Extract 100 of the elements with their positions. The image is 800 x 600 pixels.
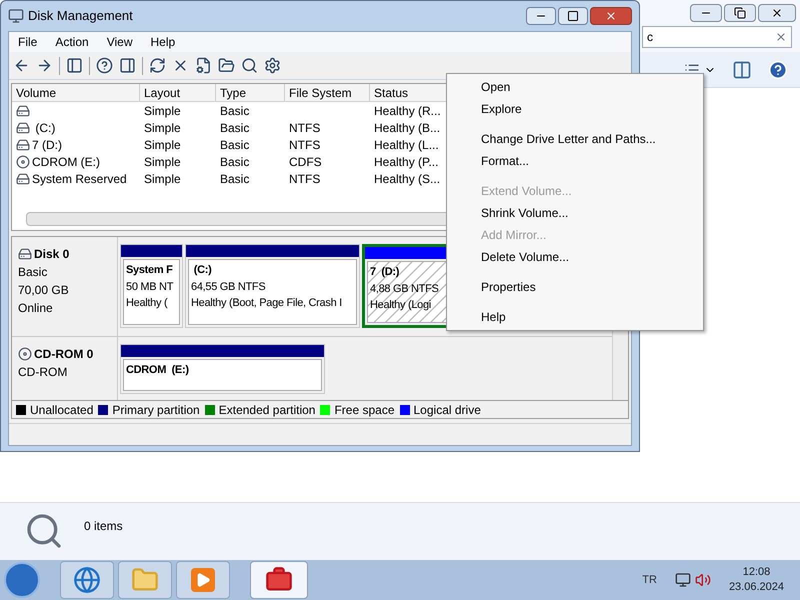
- globe-icon: [73, 566, 101, 594]
- search-icon[interactable]: [241, 57, 258, 74]
- table-cell-text: Healthy (S...: [374, 170, 440, 188]
- back-icon[interactable]: [13, 57, 30, 74]
- legend-label: Extended partition: [218, 402, 316, 418]
- settings-icon[interactable]: [264, 57, 281, 74]
- table-cell-text: CDROM (E:): [32, 154, 100, 170]
- disk-info: Basic: [18, 264, 48, 281]
- restore-icon: [734, 7, 746, 19]
- cd-drive-icon: [18, 347, 32, 361]
- menu-item[interactable]: View: [98, 33, 142, 51]
- restore-button[interactable]: [724, 4, 756, 22]
- table-cell-text: Simple: [144, 154, 181, 170]
- table-cell-text: Simple: [144, 102, 181, 120]
- column-header[interactable]: Type: [216, 84, 285, 101]
- close-button[interactable]: [590, 7, 632, 25]
- menu-item[interactable]: Format...: [447, 150, 703, 172]
- drive-icon: [16, 138, 30, 152]
- help-icon[interactable]: [96, 57, 113, 74]
- menu-item[interactable]: Action: [46, 33, 98, 51]
- taskbar-button[interactable]: [250, 561, 308, 599]
- menu-item[interactable]: Open: [447, 76, 703, 98]
- preview-pane-icon[interactable]: [732, 60, 752, 80]
- disk-name: Disk 0: [34, 246, 70, 263]
- partition-title: System F: [126, 263, 174, 278]
- language-indicator[interactable]: TR: [642, 572, 657, 588]
- table-cell-text: NTFS: [289, 136, 320, 154]
- partition-title: (C:): [192, 263, 212, 278]
- partition-title: CDROM (E:): [126, 363, 190, 378]
- table-cell-text: NTFS: [289, 170, 320, 188]
- drive-icon: [16, 120, 30, 134]
- legend-label: Unallocated: [30, 402, 94, 418]
- disk-info: 70,00 GB: [18, 282, 70, 299]
- table-cell-text: System Reserved: [32, 170, 127, 188]
- refresh-icon[interactable]: [149, 57, 166, 74]
- partition-title: 7 (D:): [370, 265, 400, 280]
- menu-item[interactable]: Explore: [447, 98, 703, 120]
- menu-item[interactable]: File: [9, 33, 46, 51]
- forward-icon[interactable]: [36, 57, 53, 74]
- table-cell-text: Healthy (R...: [374, 102, 441, 120]
- table-cell-text: Simple: [144, 120, 181, 136]
- app-icon: [8, 8, 24, 24]
- table-cell-text: Healthy (L...: [374, 136, 439, 154]
- table-cell-text: (C:): [34, 120, 56, 136]
- partition-info: 64,55 GB NTFS: [191, 280, 266, 294]
- search-field[interactable]: c: [642, 26, 792, 48]
- menu-item[interactable]: Change Drive Letter and Paths...: [447, 128, 703, 150]
- column-header[interactable]: Layout: [140, 84, 216, 101]
- table-cell-text: Simple: [144, 136, 181, 154]
- start-button[interactable]: [4, 562, 40, 598]
- panel-icon[interactable]: [119, 57, 136, 74]
- table-cell-text: NTFS: [289, 120, 320, 136]
- drive-icon: [18, 247, 32, 261]
- table-cell-text: Healthy (P...: [374, 154, 438, 170]
- disk-name: CD-ROM 0: [34, 346, 94, 363]
- cd-drive-icon: [16, 154, 30, 168]
- partition-info: Healthy (Logi: [370, 298, 432, 313]
- close-button[interactable]: [758, 4, 796, 22]
- table-cell-text: Simple: [144, 170, 181, 188]
- table-cell-text: Basic: [220, 120, 250, 136]
- partition[interactable]: CDROM (E:): [120, 344, 325, 394]
- legend-label: Free space: [334, 402, 394, 418]
- close-icon: [605, 10, 617, 22]
- taskbar-button[interactable]: [176, 561, 230, 599]
- taskbar-button[interactable]: [60, 561, 114, 599]
- drive-icon: [16, 172, 30, 186]
- speaker-icon[interactable]: [694, 572, 711, 588]
- drive-icon: [16, 104, 30, 118]
- panel-icon[interactable]: [66, 57, 83, 74]
- maximize-button[interactable]: [558, 7, 588, 25]
- column-header[interactable]: Volume: [12, 84, 140, 101]
- item-count: 0 items: [84, 518, 123, 535]
- maximize-icon: [567, 10, 579, 22]
- table-cell-text: 7 (D:): [32, 136, 62, 154]
- legend-label: Logical drive: [414, 402, 481, 418]
- network-icon[interactable]: [674, 572, 691, 588]
- clock[interactable]: 12:08 23.06.2024: [728, 565, 784, 595]
- menu-item[interactable]: Help: [142, 33, 184, 51]
- partition[interactable]: (C:) 64,55 GB NTFS Healthy (Boot, Page File, Crash I: [185, 244, 360, 328]
- column-header[interactable]: File System: [285, 84, 370, 101]
- table-cell-text: CDFS: [289, 154, 322, 170]
- search-text: c: [647, 29, 653, 46]
- window-title: Disk Management: [28, 7, 133, 26]
- folder-icon[interactable]: [218, 57, 235, 74]
- close-icon: [771, 7, 783, 19]
- menu-item[interactable]: Shrink Volume...: [447, 202, 703, 224]
- play-icon: [191, 568, 215, 592]
- document-gear-icon[interactable]: [195, 57, 212, 74]
- partition-info: 50 MB NT: [126, 280, 174, 294]
- table-cell-text: Basic: [220, 154, 250, 170]
- clear-icon[interactable]: [775, 31, 787, 43]
- partition-info: Healthy (Boot, Page File, Crash I: [191, 296, 343, 311]
- table-cell-text: Basic: [220, 170, 250, 188]
- partition-info: Healthy (: [126, 296, 168, 311]
- legend-label: Primary partition: [112, 402, 200, 418]
- table-cell-text: Healthy (B...: [374, 120, 440, 136]
- disk-info: CD-ROM: [18, 364, 68, 381]
- partition[interactable]: System F 50 MB NT Healthy (: [120, 244, 183, 328]
- disk-info: Online: [18, 300, 54, 317]
- table-cell-text: Basic: [220, 136, 250, 154]
